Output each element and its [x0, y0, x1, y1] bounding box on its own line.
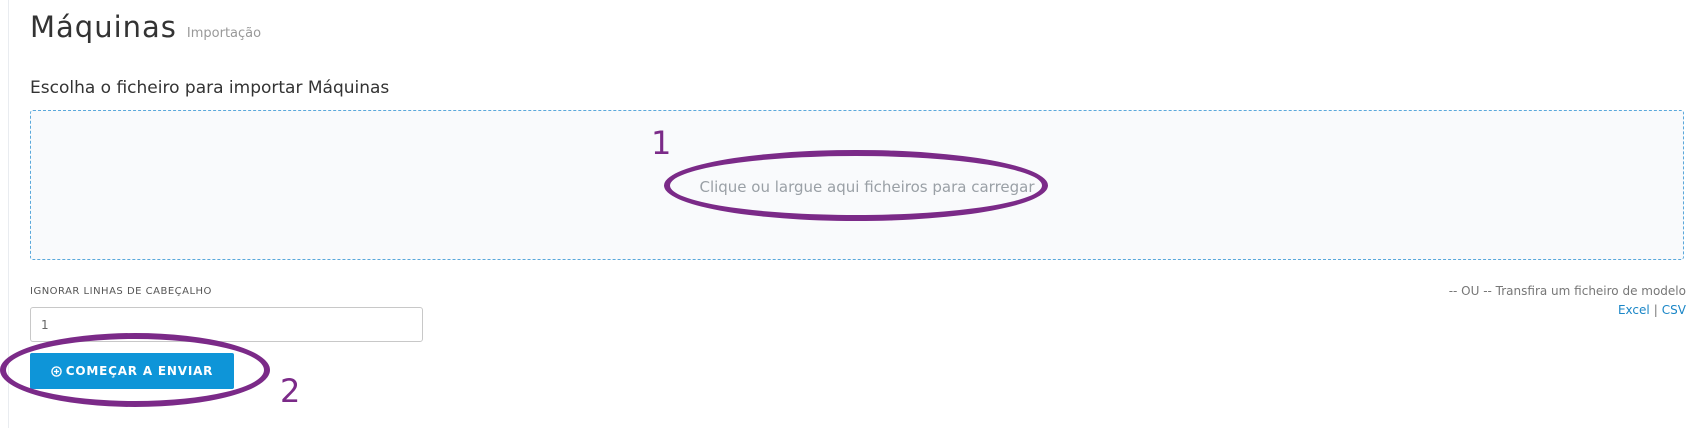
excel-template-link[interactable]: Excel	[1618, 303, 1650, 317]
template-download-links: Excel | CSV	[1618, 303, 1686, 317]
start-upload-button[interactable]: COMEÇAR A ENVIAR	[30, 353, 234, 389]
import-page: Máquinas Importação Escolha o ficheiro p…	[0, 0, 1706, 435]
header-rows-input[interactable]	[30, 307, 423, 342]
page-subtitle: Importação	[186, 26, 262, 41]
header-rows-label: IGNORAR LINHAS DE CABEÇALHO	[30, 286, 212, 297]
page-title: Máquinas	[30, 10, 177, 44]
link-separator: |	[1653, 303, 1658, 317]
left-divider	[8, 0, 9, 428]
plus-circle-icon	[50, 365, 62, 377]
dropzone-instruction: Clique ou largue aqui ficheiros para car…	[699, 178, 1035, 196]
annotation-marker-2: 2	[280, 372, 301, 410]
start-upload-label: COMEÇAR A ENVIAR	[65, 364, 214, 378]
upload-section-label: Escolha o ficheiro para importar Máquina…	[30, 78, 390, 98]
template-download-prompt: -- OU -- Transfira um ficheiro de modelo	[1448, 284, 1686, 298]
page-header: Máquinas Importação	[30, 10, 261, 44]
file-dropzone[interactable]: Clique ou largue aqui ficheiros para car…	[30, 110, 1684, 260]
csv-template-link[interactable]: CSV	[1662, 303, 1686, 317]
annotation-marker-1: 1	[651, 124, 672, 162]
